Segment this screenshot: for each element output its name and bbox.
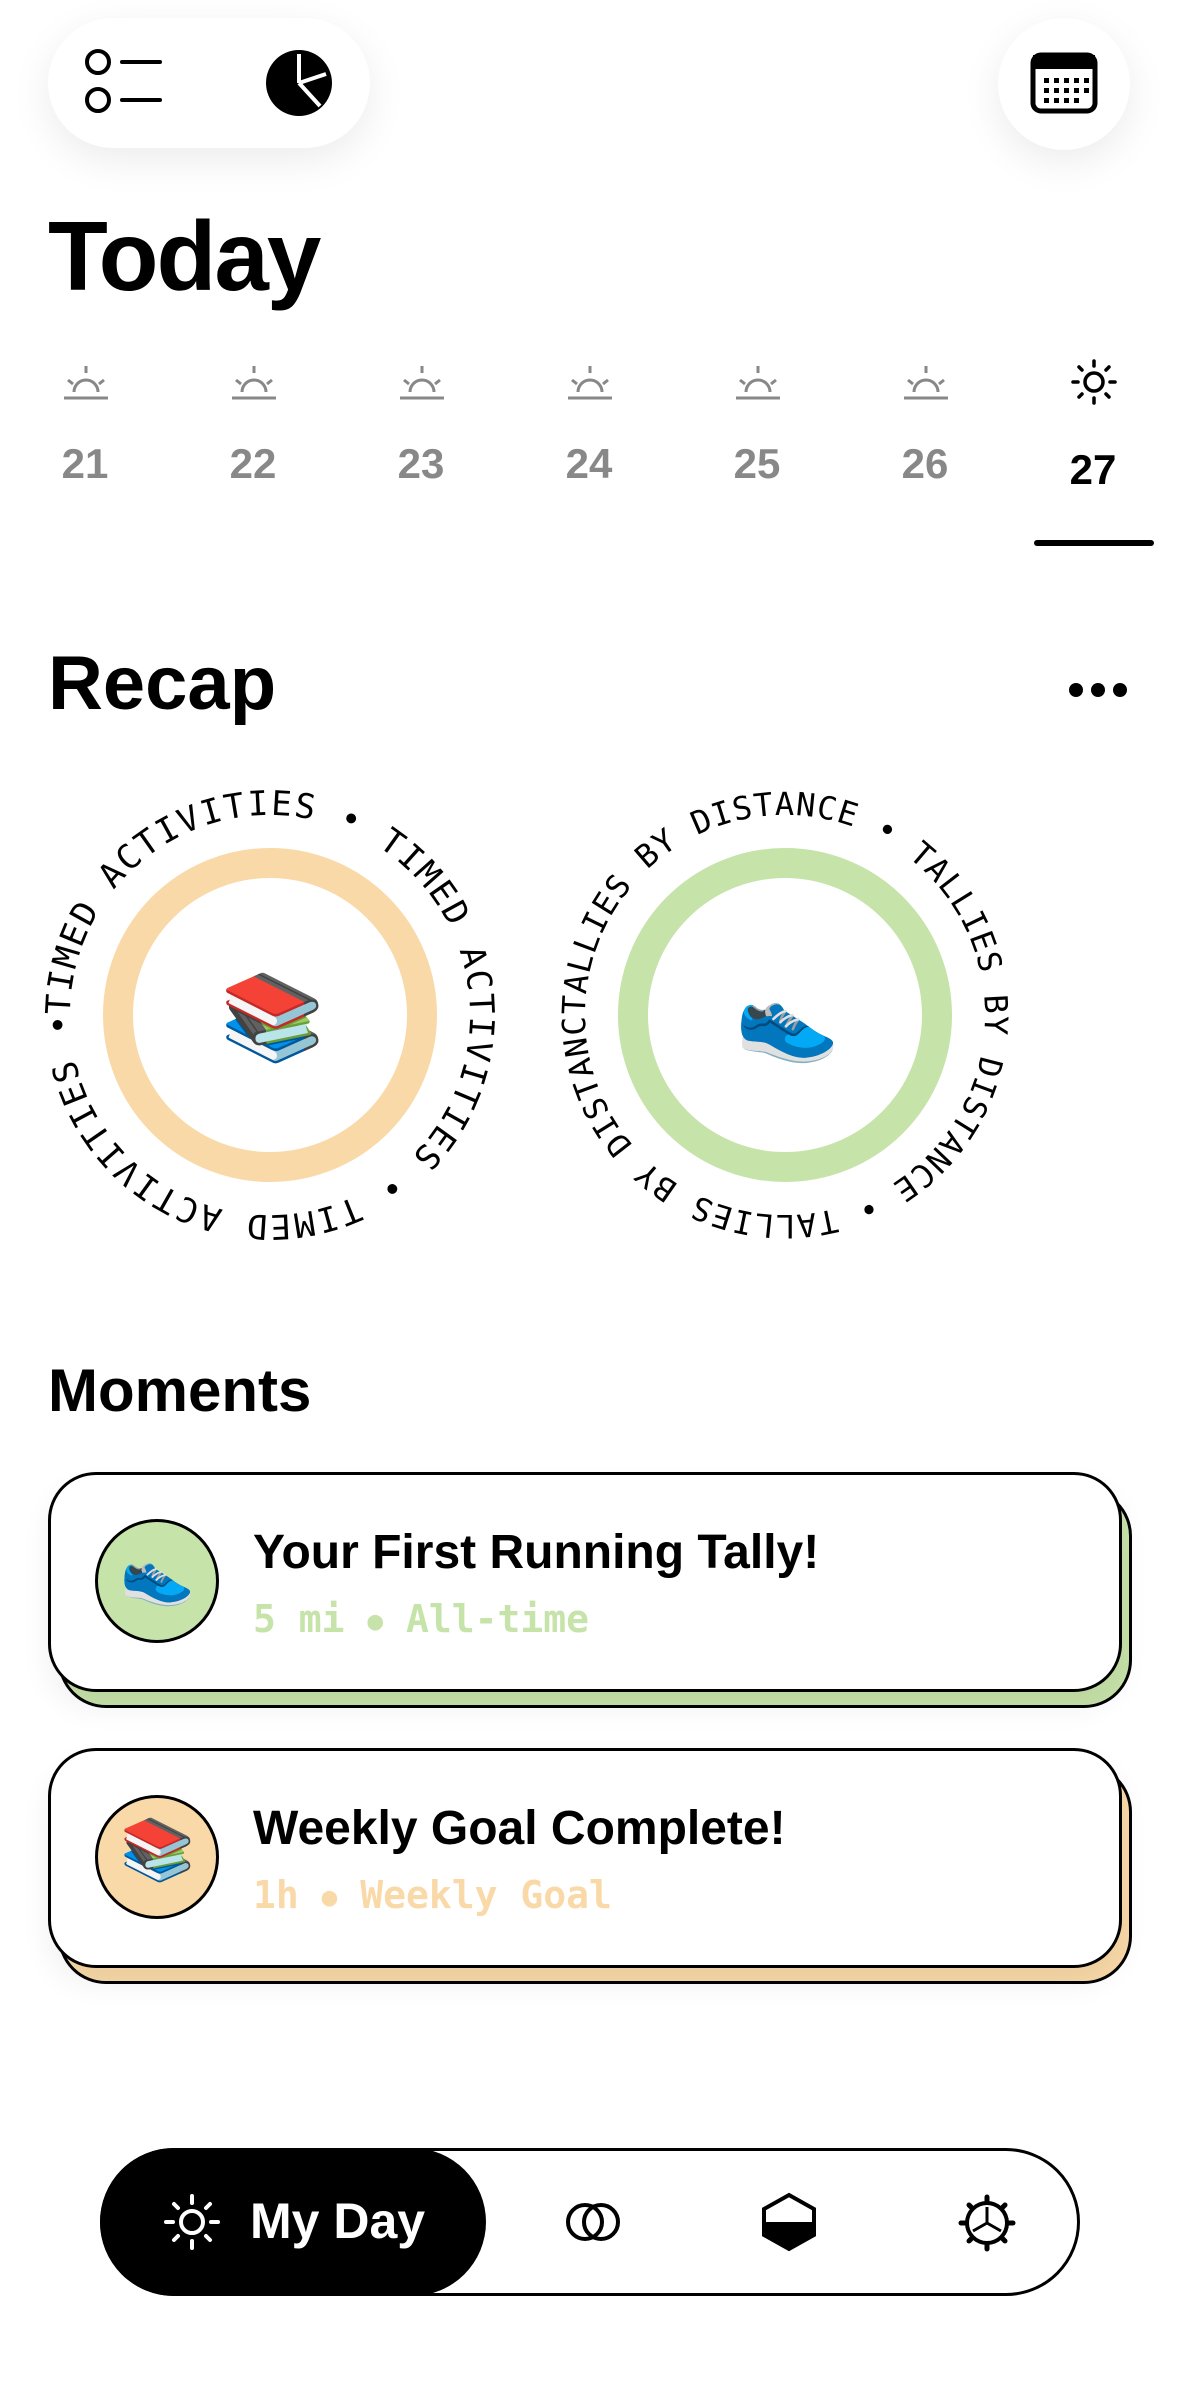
nav-tab-label: My Day — [250, 2193, 426, 2249]
moment-subtitle: 1h ● Weekly Goal — [253, 1873, 612, 1917]
recap-ring-timed-activities[interactable]: TIMED ACTIVITIES • TIMED ACTIVITIES • TI… — [39, 784, 500, 1247]
day-number: 27 — [1069, 446, 1117, 493]
settings-gear-icon[interactable] — [957, 2193, 1017, 2258]
hexagon-icon[interactable] — [759, 2191, 819, 2258]
sneaker-icon: 👟 — [735, 970, 840, 1064]
moment-subtitle: 5 mi ● All-time — [253, 1597, 589, 1641]
page-title: Today — [48, 201, 321, 311]
view-switcher — [48, 18, 370, 148]
sun-icon — [162, 2192, 222, 2257]
day-number: 24 — [565, 440, 613, 487]
moment-card-weekly-goal[interactable]: 📚 Weekly Goal Complete! 1h ● Weekly Goal — [48, 1748, 1122, 1968]
calendar-button[interactable] — [998, 18, 1130, 150]
day-number: 21 — [61, 440, 109, 487]
books-icon: 📚 — [220, 970, 325, 1064]
day-number: 23 — [397, 440, 445, 487]
calendar-icon — [1030, 52, 1098, 119]
sunrise-icon — [396, 360, 448, 409]
selected-day-indicator — [1034, 540, 1154, 546]
moment-card-running-tally[interactable]: 👟 Your First Running Tally! 5 mi ● All-t… — [48, 1472, 1122, 1692]
moment-badge: 📚 — [95, 1795, 219, 1919]
moment-value: 5 mi — [253, 1597, 345, 1641]
moment-title: Your First Running Tally! — [253, 1526, 820, 1579]
books-icon: 📚 — [120, 1816, 195, 1883]
list-icon[interactable] — [84, 48, 164, 118]
pie-chart-icon[interactable] — [264, 48, 334, 118]
separator-dot: ● — [321, 1882, 338, 1913]
sunrise-icon — [60, 360, 112, 409]
day-number: 22 — [229, 440, 277, 487]
sunrise-icon — [900, 360, 952, 409]
section-title-moments: Moments — [48, 1357, 312, 1424]
bottom-nav: My Day — [100, 2148, 1080, 2296]
sun-icon — [1068, 358, 1120, 411]
rings-icon[interactable] — [563, 2197, 623, 2252]
moment-scope: All-time — [405, 1597, 589, 1641]
sunrise-icon — [228, 360, 280, 409]
moment-value: 1h — [253, 1873, 299, 1917]
day-selector: 21 22 23 24 25 26 27 — [30, 358, 1170, 550]
sunrise-icon — [732, 360, 784, 409]
more-options-icon[interactable] — [1068, 680, 1128, 705]
sneaker-icon: 👟 — [120, 1540, 195, 1607]
moment-scope: Weekly Goal — [360, 1873, 612, 1917]
day-number: 26 — [901, 440, 949, 487]
day-number: 25 — [733, 440, 781, 487]
moment-badge: 👟 — [95, 1519, 219, 1643]
sunrise-icon — [564, 360, 616, 409]
nav-tab-my-day[interactable]: My Day — [100, 2148, 486, 2296]
recap-ring-tallies-by-distance[interactable]: TALLIES BY DISTANCE • TALLIES BY DISTANC… — [545, 755, 1015, 1245]
section-title-recap: Recap — [48, 641, 277, 726]
moment-title: Weekly Goal Complete! — [253, 1802, 786, 1855]
separator-dot: ● — [367, 1606, 384, 1637]
